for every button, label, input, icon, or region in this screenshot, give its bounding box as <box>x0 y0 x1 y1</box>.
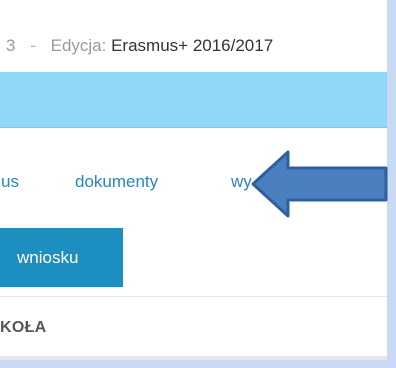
edition-label: Edycja: <box>50 36 107 55</box>
edition-value: Erasmus+ 2016/2017 <box>111 36 274 55</box>
nav-item-status[interactable]: us <box>1 172 19 192</box>
section-title: KOŁA <box>0 319 47 336</box>
breadcrumb-separator: - <box>30 36 36 55</box>
annotation-arrow-shape <box>251 150 388 218</box>
table-header-bar <box>0 356 387 360</box>
header-banner <box>0 72 387 128</box>
arrow-left-icon <box>251 150 388 218</box>
breadcrumb-prefix: 3 <box>6 36 16 55</box>
divider <box>0 296 387 297</box>
nav-item-wyniki[interactable]: wy <box>231 172 252 192</box>
nav-item-dokumenty[interactable]: dokumenty <box>75 172 158 192</box>
application-button[interactable]: wniosku <box>0 228 123 287</box>
application-button-label: wniosku <box>17 248 79 267</box>
edition-breadcrumb: 3 - Edycja: Erasmus+ 2016/2017 <box>6 36 273 56</box>
